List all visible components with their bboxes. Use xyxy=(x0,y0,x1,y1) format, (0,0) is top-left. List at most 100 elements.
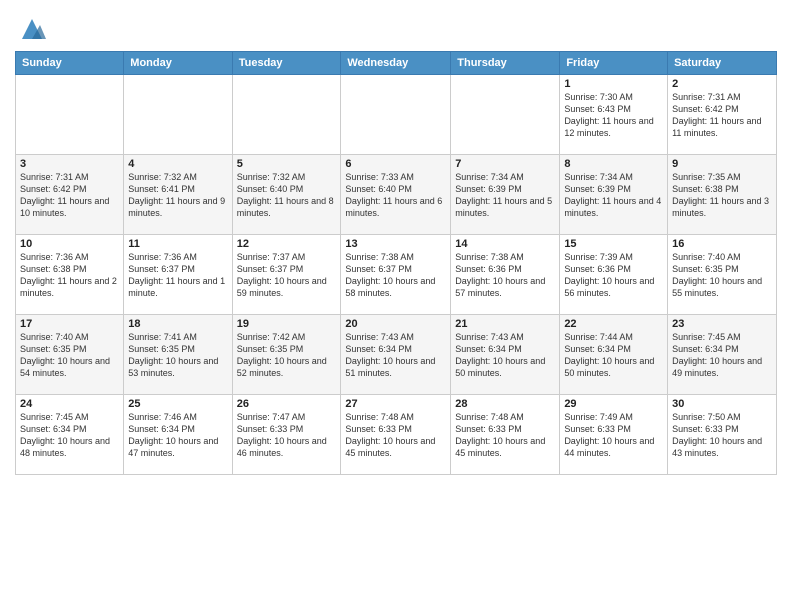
calendar-cell: 26Sunrise: 7:47 AM Sunset: 6:33 PM Dayli… xyxy=(232,395,341,475)
day-number: 3 xyxy=(20,158,119,170)
calendar-cell: 23Sunrise: 7:45 AM Sunset: 6:34 PM Dayli… xyxy=(668,315,777,395)
calendar-cell: 18Sunrise: 7:41 AM Sunset: 6:35 PM Dayli… xyxy=(124,315,232,395)
day-number: 21 xyxy=(455,318,555,330)
day-number: 7 xyxy=(455,158,555,170)
day-info: Sunrise: 7:44 AM Sunset: 6:34 PM Dayligh… xyxy=(564,331,663,380)
day-info: Sunrise: 7:32 AM Sunset: 6:40 PM Dayligh… xyxy=(237,171,337,220)
day-info: Sunrise: 7:48 AM Sunset: 6:33 PM Dayligh… xyxy=(455,411,555,460)
calendar-header-sunday: Sunday xyxy=(16,52,124,75)
calendar-cell: 29Sunrise: 7:49 AM Sunset: 6:33 PM Dayli… xyxy=(560,395,668,475)
calendar-cell: 25Sunrise: 7:46 AM Sunset: 6:34 PM Dayli… xyxy=(124,395,232,475)
day-number: 15 xyxy=(564,238,663,250)
day-number: 6 xyxy=(345,158,446,170)
day-number: 18 xyxy=(128,318,227,330)
calendar-cell: 19Sunrise: 7:42 AM Sunset: 6:35 PM Dayli… xyxy=(232,315,341,395)
day-info: Sunrise: 7:48 AM Sunset: 6:33 PM Dayligh… xyxy=(345,411,446,460)
day-info: Sunrise: 7:35 AM Sunset: 6:38 PM Dayligh… xyxy=(672,171,772,220)
calendar-cell: 22Sunrise: 7:44 AM Sunset: 6:34 PM Dayli… xyxy=(560,315,668,395)
day-info: Sunrise: 7:38 AM Sunset: 6:37 PM Dayligh… xyxy=(345,251,446,300)
calendar-cell: 27Sunrise: 7:48 AM Sunset: 6:33 PM Dayli… xyxy=(341,395,451,475)
day-number: 23 xyxy=(672,318,772,330)
day-info: Sunrise: 7:36 AM Sunset: 6:38 PM Dayligh… xyxy=(20,251,119,300)
logo xyxy=(15,15,46,43)
calendar-table: SundayMondayTuesdayWednesdayThursdayFrid… xyxy=(15,51,777,475)
day-info: Sunrise: 7:33 AM Sunset: 6:40 PM Dayligh… xyxy=(345,171,446,220)
day-info: Sunrise: 7:45 AM Sunset: 6:34 PM Dayligh… xyxy=(672,331,772,380)
calendar-header-saturday: Saturday xyxy=(668,52,777,75)
calendar-cell: 9Sunrise: 7:35 AM Sunset: 6:38 PM Daylig… xyxy=(668,155,777,235)
day-number: 13 xyxy=(345,238,446,250)
calendar-week-4: 17Sunrise: 7:40 AM Sunset: 6:35 PM Dayli… xyxy=(16,315,777,395)
day-number: 8 xyxy=(564,158,663,170)
day-info: Sunrise: 7:43 AM Sunset: 6:34 PM Dayligh… xyxy=(345,331,446,380)
calendar-cell xyxy=(232,75,341,155)
day-number: 11 xyxy=(128,238,227,250)
page: SundayMondayTuesdayWednesdayThursdayFrid… xyxy=(0,0,792,612)
day-info: Sunrise: 7:46 AM Sunset: 6:34 PM Dayligh… xyxy=(128,411,227,460)
day-info: Sunrise: 7:32 AM Sunset: 6:41 PM Dayligh… xyxy=(128,171,227,220)
calendar-cell: 7Sunrise: 7:34 AM Sunset: 6:39 PM Daylig… xyxy=(451,155,560,235)
day-info: Sunrise: 7:45 AM Sunset: 6:34 PM Dayligh… xyxy=(20,411,119,460)
calendar-week-2: 3Sunrise: 7:31 AM Sunset: 6:42 PM Daylig… xyxy=(16,155,777,235)
day-number: 27 xyxy=(345,398,446,410)
day-info: Sunrise: 7:50 AM Sunset: 6:33 PM Dayligh… xyxy=(672,411,772,460)
day-info: Sunrise: 7:34 AM Sunset: 6:39 PM Dayligh… xyxy=(455,171,555,220)
calendar-cell: 15Sunrise: 7:39 AM Sunset: 6:36 PM Dayli… xyxy=(560,235,668,315)
day-info: Sunrise: 7:39 AM Sunset: 6:36 PM Dayligh… xyxy=(564,251,663,300)
calendar-week-3: 10Sunrise: 7:36 AM Sunset: 6:38 PM Dayli… xyxy=(16,235,777,315)
calendar-cell: 4Sunrise: 7:32 AM Sunset: 6:41 PM Daylig… xyxy=(124,155,232,235)
day-number: 25 xyxy=(128,398,227,410)
day-info: Sunrise: 7:30 AM Sunset: 6:43 PM Dayligh… xyxy=(564,91,663,140)
calendar-cell: 20Sunrise: 7:43 AM Sunset: 6:34 PM Dayli… xyxy=(341,315,451,395)
calendar-cell: 6Sunrise: 7:33 AM Sunset: 6:40 PM Daylig… xyxy=(341,155,451,235)
calendar-cell: 8Sunrise: 7:34 AM Sunset: 6:39 PM Daylig… xyxy=(560,155,668,235)
day-info: Sunrise: 7:38 AM Sunset: 6:36 PM Dayligh… xyxy=(455,251,555,300)
calendar-cell: 1Sunrise: 7:30 AM Sunset: 6:43 PM Daylig… xyxy=(560,75,668,155)
day-number: 19 xyxy=(237,318,337,330)
day-info: Sunrise: 7:40 AM Sunset: 6:35 PM Dayligh… xyxy=(20,331,119,380)
day-info: Sunrise: 7:37 AM Sunset: 6:37 PM Dayligh… xyxy=(237,251,337,300)
calendar-cell xyxy=(341,75,451,155)
calendar-week-5: 24Sunrise: 7:45 AM Sunset: 6:34 PM Dayli… xyxy=(16,395,777,475)
day-number: 30 xyxy=(672,398,772,410)
calendar-cell: 24Sunrise: 7:45 AM Sunset: 6:34 PM Dayli… xyxy=(16,395,124,475)
day-number: 14 xyxy=(455,238,555,250)
calendar-week-1: 1Sunrise: 7:30 AM Sunset: 6:43 PM Daylig… xyxy=(16,75,777,155)
calendar-cell xyxy=(16,75,124,155)
calendar-cell: 30Sunrise: 7:50 AM Sunset: 6:33 PM Dayli… xyxy=(668,395,777,475)
day-number: 4 xyxy=(128,158,227,170)
day-info: Sunrise: 7:47 AM Sunset: 6:33 PM Dayligh… xyxy=(237,411,337,460)
calendar-cell: 5Sunrise: 7:32 AM Sunset: 6:40 PM Daylig… xyxy=(232,155,341,235)
day-info: Sunrise: 7:42 AM Sunset: 6:35 PM Dayligh… xyxy=(237,331,337,380)
calendar-cell: 3Sunrise: 7:31 AM Sunset: 6:42 PM Daylig… xyxy=(16,155,124,235)
day-info: Sunrise: 7:36 AM Sunset: 6:37 PM Dayligh… xyxy=(128,251,227,300)
day-info: Sunrise: 7:49 AM Sunset: 6:33 PM Dayligh… xyxy=(564,411,663,460)
calendar-header-row: SundayMondayTuesdayWednesdayThursdayFrid… xyxy=(16,52,777,75)
calendar-header-tuesday: Tuesday xyxy=(232,52,341,75)
day-info: Sunrise: 7:41 AM Sunset: 6:35 PM Dayligh… xyxy=(128,331,227,380)
day-info: Sunrise: 7:31 AM Sunset: 6:42 PM Dayligh… xyxy=(20,171,119,220)
day-number: 1 xyxy=(564,78,663,90)
day-number: 12 xyxy=(237,238,337,250)
day-number: 10 xyxy=(20,238,119,250)
day-number: 22 xyxy=(564,318,663,330)
logo-icon xyxy=(18,15,46,43)
day-number: 28 xyxy=(455,398,555,410)
day-number: 29 xyxy=(564,398,663,410)
calendar-cell: 21Sunrise: 7:43 AM Sunset: 6:34 PM Dayli… xyxy=(451,315,560,395)
calendar-cell xyxy=(124,75,232,155)
day-number: 20 xyxy=(345,318,446,330)
calendar-header-friday: Friday xyxy=(560,52,668,75)
day-info: Sunrise: 7:43 AM Sunset: 6:34 PM Dayligh… xyxy=(455,331,555,380)
day-number: 24 xyxy=(20,398,119,410)
day-info: Sunrise: 7:31 AM Sunset: 6:42 PM Dayligh… xyxy=(672,91,772,140)
calendar-cell: 11Sunrise: 7:36 AM Sunset: 6:37 PM Dayli… xyxy=(124,235,232,315)
calendar-header-wednesday: Wednesday xyxy=(341,52,451,75)
calendar-cell: 28Sunrise: 7:48 AM Sunset: 6:33 PM Dayli… xyxy=(451,395,560,475)
calendar-cell: 2Sunrise: 7:31 AM Sunset: 6:42 PM Daylig… xyxy=(668,75,777,155)
day-number: 16 xyxy=(672,238,772,250)
day-number: 17 xyxy=(20,318,119,330)
day-info: Sunrise: 7:34 AM Sunset: 6:39 PM Dayligh… xyxy=(564,171,663,220)
day-info: Sunrise: 7:40 AM Sunset: 6:35 PM Dayligh… xyxy=(672,251,772,300)
calendar-header-monday: Monday xyxy=(124,52,232,75)
